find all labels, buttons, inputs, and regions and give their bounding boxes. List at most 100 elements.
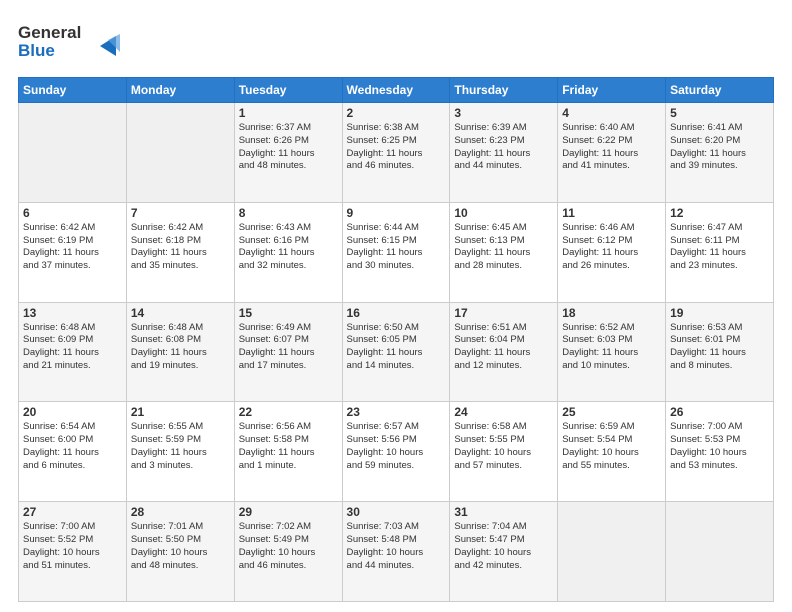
cell-content: Sunrise: 6:39 AM Sunset: 6:23 PM Dayligh… bbox=[454, 122, 553, 173]
calendar-cell: 20Sunrise: 6:54 AM Sunset: 6:00 PM Dayli… bbox=[19, 402, 127, 502]
header: General Blue bbox=[18, 18, 774, 67]
cell-content: Sunrise: 6:41 AM Sunset: 6:20 PM Dayligh… bbox=[670, 122, 769, 173]
calendar-cell: 13 Sunrise: 6:48 AM Sunset: 6:09 PM Dayli… bbox=[19, 302, 127, 402]
day-number: 29 bbox=[239, 505, 338, 519]
cell-content: Sunrise: 6:58 AM Sunset: 5:55 PM Dayligh… bbox=[454, 421, 553, 472]
calendar-cell: 30 Sunrise: 7:03 AM Sunset: 5:48 PM Dayli… bbox=[342, 502, 450, 602]
week-row-3: 13 Sunrise: 6:48 AM Sunset: 6:09 PM Dayli… bbox=[19, 302, 774, 402]
col-header-friday: Friday bbox=[558, 78, 666, 103]
day-number: 11 bbox=[562, 206, 661, 220]
calendar-cell: 23 Sunrise: 6:57 AM Sunset: 5:56 PM Dayli… bbox=[342, 402, 450, 502]
cell-content: Sunrise: 6:59 AM Sunset: 5:54 PM Dayligh… bbox=[562, 421, 661, 472]
cell-content: Sunrise: 6:48 AM Sunset: 6:08 PM Dayligh… bbox=[131, 322, 230, 373]
cell-content: Sunrise: 6:52 AM Sunset: 6:03 PM Dayligh… bbox=[562, 322, 661, 373]
calendar-cell: 3 Sunrise: 6:39 AM Sunset: 6:23 PM Daylig… bbox=[450, 103, 558, 203]
col-header-sunday: Sunday bbox=[19, 78, 127, 103]
week-row-5: 27Sunrise: 7:00 AM Sunset: 5:52 PM Dayli… bbox=[19, 502, 774, 602]
calendar-cell: 26 Sunrise: 7:00 AM Sunset: 5:53 PM Dayli… bbox=[666, 402, 774, 502]
cell-content: Sunrise: 6:51 AM Sunset: 6:04 PM Dayligh… bbox=[454, 322, 553, 373]
calendar-cell: 18 Sunrise: 6:52 AM Sunset: 6:03 PM Dayli… bbox=[558, 302, 666, 402]
day-number: 24 bbox=[454, 405, 553, 419]
calendar-cell: 7 Sunrise: 6:42 AM Sunset: 6:18 PM Daylig… bbox=[126, 202, 234, 302]
day-number: 26 bbox=[670, 405, 769, 419]
calendar-cell bbox=[19, 103, 127, 203]
cell-content: Sunrise: 6:48 AM Sunset: 6:09 PM Dayligh… bbox=[23, 322, 122, 373]
cell-content: Sunrise: 6:57 AM Sunset: 5:56 PM Dayligh… bbox=[347, 421, 446, 472]
header-row: SundayMondayTuesdayWednesdayThursdayFrid… bbox=[19, 78, 774, 103]
cell-content: Sunrise: 7:01 AM Sunset: 5:50 PM Dayligh… bbox=[131, 521, 230, 572]
day-number: 17 bbox=[454, 306, 553, 320]
col-header-saturday: Saturday bbox=[666, 78, 774, 103]
calendar-table: SundayMondayTuesdayWednesdayThursdayFrid… bbox=[18, 77, 774, 602]
calendar-cell: 25Sunrise: 6:59 AM Sunset: 5:54 PM Dayli… bbox=[558, 402, 666, 502]
day-number: 2 bbox=[347, 106, 446, 120]
calendar-cell: 14 Sunrise: 6:48 AM Sunset: 6:08 PM Dayli… bbox=[126, 302, 234, 402]
calendar-cell: 29 Sunrise: 7:02 AM Sunset: 5:49 PM Dayli… bbox=[234, 502, 342, 602]
day-number: 18 bbox=[562, 306, 661, 320]
day-number: 23 bbox=[347, 405, 446, 419]
calendar-cell: 5 Sunrise: 6:41 AM Sunset: 6:20 PM Daylig… bbox=[666, 103, 774, 203]
day-number: 12 bbox=[670, 206, 769, 220]
day-number: 1 bbox=[239, 106, 338, 120]
calendar-cell: 12 Sunrise: 6:47 AM Sunset: 6:11 PM Dayli… bbox=[666, 202, 774, 302]
day-number: 6 bbox=[23, 206, 122, 220]
week-row-2: 6 Sunrise: 6:42 AM Sunset: 6:19 PM Daylig… bbox=[19, 202, 774, 302]
day-number: 7 bbox=[131, 206, 230, 220]
cell-content: Sunrise: 6:43 AM Sunset: 6:16 PM Dayligh… bbox=[239, 222, 338, 273]
day-number: 27 bbox=[23, 505, 122, 519]
day-number: 13 bbox=[23, 306, 122, 320]
cell-content: Sunrise: 7:03 AM Sunset: 5:48 PM Dayligh… bbox=[347, 521, 446, 572]
col-header-wednesday: Wednesday bbox=[342, 78, 450, 103]
day-number: 20 bbox=[23, 405, 122, 419]
week-row-1: 1 Sunrise: 6:37 AM Sunset: 6:26 PM Daylig… bbox=[19, 103, 774, 203]
cell-content: Sunrise: 6:53 AM Sunset: 6:01 PM Dayligh… bbox=[670, 322, 769, 373]
cell-content: Sunrise: 6:55 AM Sunset: 5:59 PM Dayligh… bbox=[131, 421, 230, 472]
calendar-cell: 10 Sunrise: 6:45 AM Sunset: 6:13 PM Dayli… bbox=[450, 202, 558, 302]
day-number: 8 bbox=[239, 206, 338, 220]
calendar-cell: 22 Sunrise: 6:56 AM Sunset: 5:58 PM Dayli… bbox=[234, 402, 342, 502]
day-number: 3 bbox=[454, 106, 553, 120]
day-number: 5 bbox=[670, 106, 769, 120]
calendar-cell: 4Sunrise: 6:40 AM Sunset: 6:22 PM Daylig… bbox=[558, 103, 666, 203]
calendar-cell: 15 Sunrise: 6:49 AM Sunset: 6:07 PM Dayli… bbox=[234, 302, 342, 402]
svg-text:Blue: Blue bbox=[18, 41, 55, 60]
day-number: 19 bbox=[670, 306, 769, 320]
calendar-cell: 8 Sunrise: 6:43 AM Sunset: 6:16 PM Daylig… bbox=[234, 202, 342, 302]
calendar-cell: 31 Sunrise: 7:04 AM Sunset: 5:47 PM Dayli… bbox=[450, 502, 558, 602]
calendar-cell: 16Sunrise: 6:50 AM Sunset: 6:05 PM Dayli… bbox=[342, 302, 450, 402]
cell-content: Sunrise: 6:46 AM Sunset: 6:12 PM Dayligh… bbox=[562, 222, 661, 273]
col-header-monday: Monday bbox=[126, 78, 234, 103]
calendar-cell: 28Sunrise: 7:01 AM Sunset: 5:50 PM Dayli… bbox=[126, 502, 234, 602]
day-number: 30 bbox=[347, 505, 446, 519]
cell-content: Sunrise: 7:02 AM Sunset: 5:49 PM Dayligh… bbox=[239, 521, 338, 572]
day-number: 22 bbox=[239, 405, 338, 419]
col-header-tuesday: Tuesday bbox=[234, 78, 342, 103]
day-number: 9 bbox=[347, 206, 446, 220]
calendar-cell: 1 Sunrise: 6:37 AM Sunset: 6:26 PM Daylig… bbox=[234, 103, 342, 203]
cell-content: Sunrise: 6:44 AM Sunset: 6:15 PM Dayligh… bbox=[347, 222, 446, 273]
calendar-cell: 27Sunrise: 7:00 AM Sunset: 5:52 PM Dayli… bbox=[19, 502, 127, 602]
cell-content: Sunrise: 6:37 AM Sunset: 6:26 PM Dayligh… bbox=[239, 122, 338, 173]
cell-content: Sunrise: 6:40 AM Sunset: 6:22 PM Dayligh… bbox=[562, 122, 661, 173]
calendar-cell bbox=[126, 103, 234, 203]
cell-content: Sunrise: 7:04 AM Sunset: 5:47 PM Dayligh… bbox=[454, 521, 553, 572]
svg-text:General: General bbox=[18, 23, 81, 42]
week-row-4: 20Sunrise: 6:54 AM Sunset: 6:00 PM Dayli… bbox=[19, 402, 774, 502]
cell-content: Sunrise: 6:49 AM Sunset: 6:07 PM Dayligh… bbox=[239, 322, 338, 373]
cell-content: Sunrise: 6:56 AM Sunset: 5:58 PM Dayligh… bbox=[239, 421, 338, 472]
cell-content: Sunrise: 6:38 AM Sunset: 6:25 PM Dayligh… bbox=[347, 122, 446, 173]
cell-content: Sunrise: 6:42 AM Sunset: 6:19 PM Dayligh… bbox=[23, 222, 122, 273]
cell-content: Sunrise: 6:42 AM Sunset: 6:18 PM Dayligh… bbox=[131, 222, 230, 273]
cell-content: Sunrise: 6:50 AM Sunset: 6:05 PM Dayligh… bbox=[347, 322, 446, 373]
day-number: 31 bbox=[454, 505, 553, 519]
logo: General Blue bbox=[18, 18, 128, 67]
cell-content: Sunrise: 6:45 AM Sunset: 6:13 PM Dayligh… bbox=[454, 222, 553, 273]
day-number: 14 bbox=[131, 306, 230, 320]
calendar-cell: 2 Sunrise: 6:38 AM Sunset: 6:25 PM Daylig… bbox=[342, 103, 450, 203]
calendar-cell: 11 Sunrise: 6:46 AM Sunset: 6:12 PM Dayli… bbox=[558, 202, 666, 302]
day-number: 15 bbox=[239, 306, 338, 320]
calendar-cell: 24 Sunrise: 6:58 AM Sunset: 5:55 PM Dayli… bbox=[450, 402, 558, 502]
cell-content: Sunrise: 6:47 AM Sunset: 6:11 PM Dayligh… bbox=[670, 222, 769, 273]
day-number: 10 bbox=[454, 206, 553, 220]
cell-content: Sunrise: 7:00 AM Sunset: 5:53 PM Dayligh… bbox=[670, 421, 769, 472]
